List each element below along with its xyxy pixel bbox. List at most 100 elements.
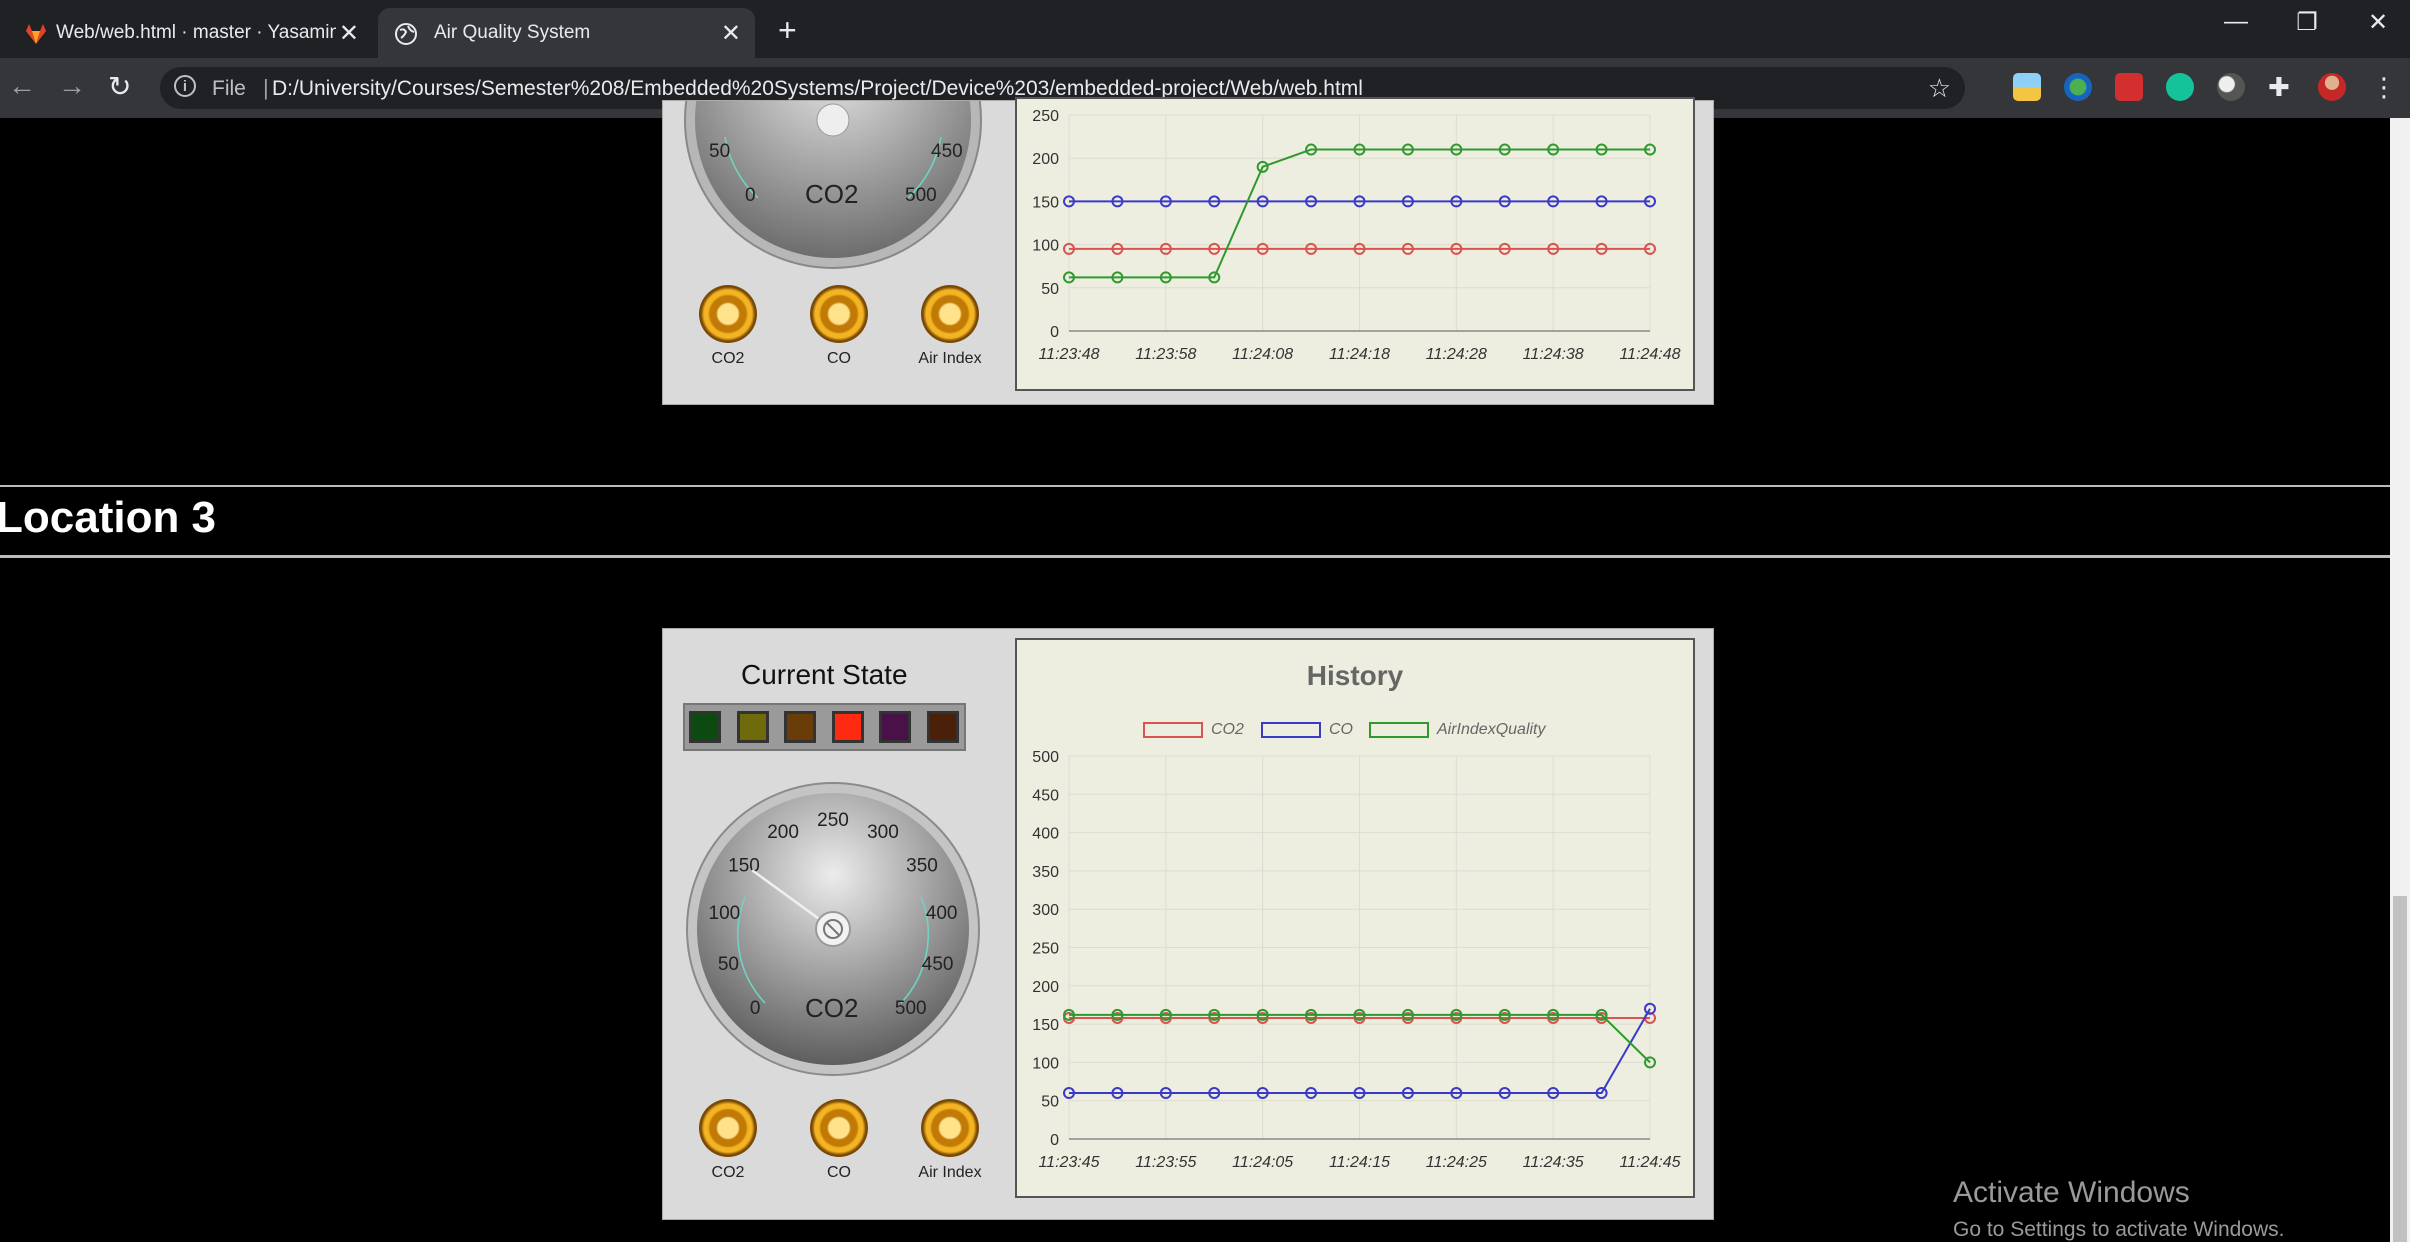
x-tick-label: 11:23:45	[1038, 1154, 1099, 1171]
separator: |	[263, 75, 269, 100]
gauge-tick: 250	[817, 810, 849, 831]
state-light	[736, 711, 769, 743]
y-tick-label: 100	[1032, 1055, 1059, 1072]
gauge-tick: 400	[926, 903, 958, 924]
y-tick-label: 300	[1032, 902, 1059, 919]
x-tick-label: 11:24:08	[1232, 346, 1293, 363]
air-index-knob-label: Air Index	[918, 1164, 982, 1181]
activate-windows-subtitle: Go to Settings to activate Windows.	[1953, 1218, 2285, 1241]
x-tick-label: 11:24:28	[1426, 346, 1487, 363]
y-tick-label: 0	[1050, 1132, 1059, 1149]
tab-air-quality[interactable]: Air Quality System ✕	[378, 8, 755, 58]
info-icon[interactable]: i	[174, 75, 196, 97]
x-tick-label: 11:24:38	[1523, 346, 1584, 363]
state-light	[784, 711, 816, 743]
tab-strip: Web/web.html · master · Yasamin ✕ Air Qu…	[0, 0, 2410, 58]
gauge-tick: 300	[867, 822, 899, 843]
y-tick-label: 0	[1050, 324, 1059, 341]
gauge-tick: 450	[931, 141, 963, 162]
air-index-knob[interactable]	[921, 285, 979, 343]
activate-windows-title: Activate Windows	[1953, 1176, 2190, 1209]
tab-title: Air Quality System	[434, 22, 591, 43]
y-tick-label: 200	[1032, 151, 1059, 168]
location3-history-chart-svg: 0 50 100 150 200 250 300 350 400 450 500 11:23:45 11…	[1032, 749, 1680, 1171]
co2-knob-label: CO2	[711, 350, 745, 367]
gauge-tick: 200	[767, 822, 799, 843]
gauge-tick: 500	[895, 998, 927, 1019]
page-scrollbar[interactable]	[2390, 118, 2410, 1242]
state-light	[926, 711, 959, 743]
co2-gauge: 050100150200250300350400450500	[686, 782, 980, 1076]
location2-panel: 50 0 450 500 CO2 CO2 CO Air Index 0 50 100…	[662, 97, 1714, 405]
co-knob-label: CO	[827, 350, 851, 367]
location3-history-chart: History CO2 CO AirIndexQuality 0 50 100 150…	[1015, 638, 1695, 1198]
y-tick-label: 200	[1032, 979, 1059, 996]
reload-button[interactable]: ↻	[108, 70, 131, 103]
grammarly-icon[interactable]	[2166, 73, 2194, 101]
gauge-tick: 450	[922, 954, 954, 975]
y-tick-label: 400	[1032, 826, 1059, 843]
extensions-puzzle-icon[interactable]: ✚	[2268, 73, 2296, 101]
y-tick-label: 250	[1032, 108, 1059, 125]
tab-gitlab[interactable]: Web/web.html · master · Yasamin ✕	[8, 8, 373, 58]
gauge-label: CO2	[805, 993, 859, 1023]
air-index-knob-label: Air Index	[918, 350, 982, 367]
globe-extension-icon[interactable]	[2064, 73, 2092, 101]
x-tick-label: 11:24:15	[1329, 1154, 1390, 1171]
restore-button[interactable]: ❐	[2277, 8, 2337, 37]
x-tick-label: 11:24:18	[1329, 346, 1390, 363]
gauge-tick: 350	[906, 855, 938, 876]
co-knob[interactable]	[810, 285, 868, 343]
new-tab-button[interactable]: +	[778, 12, 797, 49]
x-tick-label: 11:24:48	[1619, 346, 1680, 363]
globe-icon	[395, 23, 417, 45]
location-heading-bar	[0, 485, 2390, 558]
state-light	[689, 711, 721, 743]
camera-extension-icon[interactable]	[2217, 73, 2245, 101]
co-knob[interactable]	[810, 1099, 868, 1157]
x-tick-label: 11:23:55	[1135, 1154, 1196, 1171]
red-extension-icon[interactable]	[2115, 73, 2143, 101]
co2-knob[interactable]	[699, 285, 757, 343]
y-tick-label: 50	[1041, 1094, 1059, 1111]
window-close-button[interactable]: ✕	[2348, 8, 2408, 37]
gitlab-icon	[26, 24, 46, 44]
air-index-knob[interactable]	[921, 1099, 979, 1157]
close-tab-icon[interactable]: ✕	[339, 19, 359, 48]
bookmark-star-icon[interactable]: ☆	[1928, 73, 1951, 104]
location2-history-chart-svg: 0 50 100 150 200 250 11:23:48 11:23:58 11:24:08 1…	[1032, 108, 1680, 363]
gauge-tick: 50	[709, 141, 731, 162]
y-tick-label: 150	[1032, 194, 1059, 211]
state-light	[879, 711, 911, 743]
minimize-button[interactable]: —	[2206, 8, 2266, 36]
scheme-label: File	[212, 77, 246, 100]
x-tick-label: 11:23:48	[1038, 346, 1099, 363]
gauge-label: CO2	[805, 179, 859, 209]
menu-dots-icon[interactable]: ⋮	[2370, 73, 2398, 101]
gauge-tick: 0	[745, 185, 756, 206]
location2-history-chart: 0 50 100 150 200 250 11:23:48 11:23:58 11:24:08 1…	[1015, 97, 1695, 391]
current-state-title: Current State	[741, 659, 908, 690]
gauge-tick: 500	[905, 185, 937, 206]
y-tick-label: 500	[1032, 749, 1059, 766]
co2-knob-label: CO2	[711, 1164, 745, 1181]
gauge-tick: 50	[718, 954, 739, 975]
x-tick-label: 11:24:45	[1619, 1154, 1680, 1171]
co2-knob[interactable]	[699, 1099, 757, 1157]
x-tick-label: 11:24:35	[1523, 1154, 1584, 1171]
scrollbar-thumb[interactable]	[2393, 896, 2407, 1242]
forward-button[interactable]: →	[58, 70, 86, 102]
close-tab-icon[interactable]: ✕	[721, 19, 741, 48]
x-tick-label: 11:24:25	[1426, 1154, 1487, 1171]
x-tick-label: 11:24:05	[1232, 1154, 1293, 1171]
image-extension-icon[interactable]	[2013, 73, 2041, 101]
state-light	[831, 711, 864, 743]
current-state-lights	[683, 703, 966, 751]
y-tick-label: 150	[1032, 1017, 1059, 1034]
profile-avatar[interactable]	[2318, 73, 2346, 101]
gauge-tick: 100	[709, 903, 741, 924]
tab-title: Web/web.html · master · Yasamin	[56, 22, 336, 43]
y-tick-label: 100	[1032, 238, 1059, 255]
back-button[interactable]: ←	[8, 70, 36, 102]
co-knob-label: CO	[827, 1164, 851, 1181]
